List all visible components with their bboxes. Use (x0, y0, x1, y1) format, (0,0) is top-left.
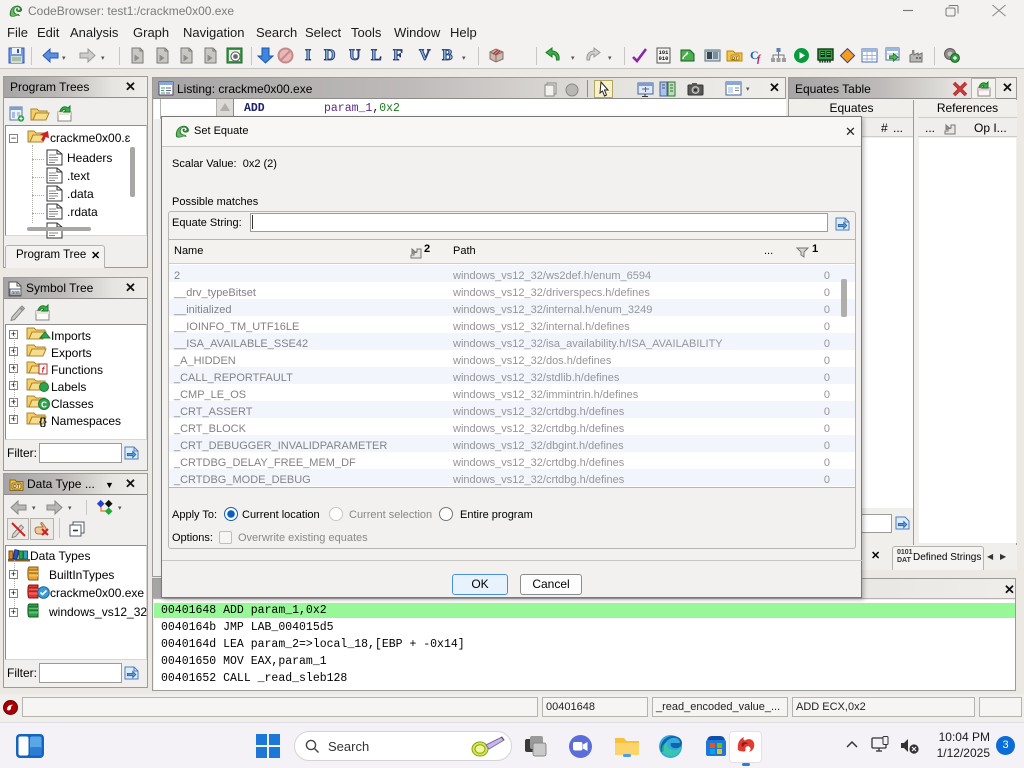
svg-text:{}: {} (39, 417, 47, 428)
svg-text:DT: DT (732, 55, 738, 60)
svg-text:aaa: aaa (11, 290, 20, 296)
svg-text:DT: DT (13, 484, 20, 490)
svg-text:010: 010 (659, 56, 669, 62)
svg-text:C: C (41, 401, 47, 410)
svg-text:f: f (757, 54, 762, 64)
